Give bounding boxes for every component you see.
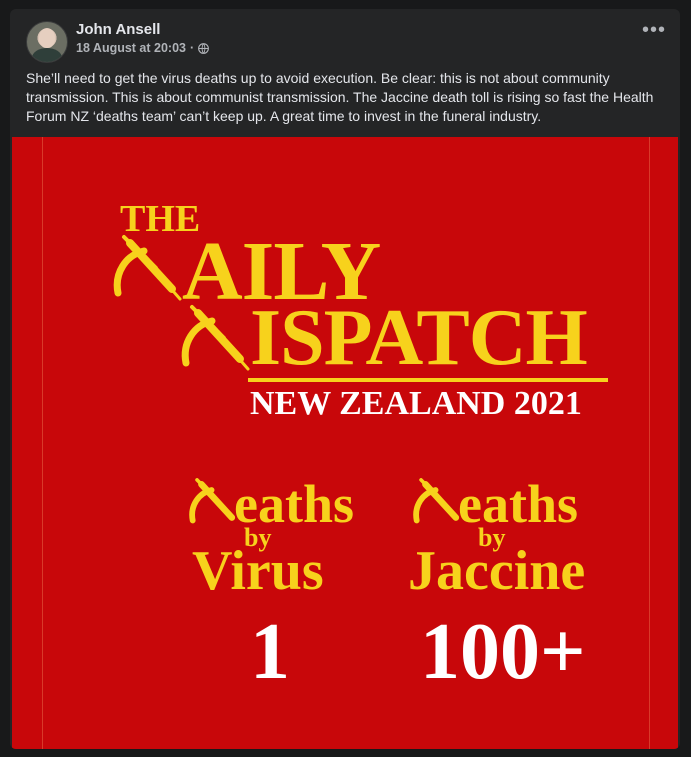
author-avatar[interactable] xyxy=(26,21,68,63)
post-text: She’ll need to get the virus deaths up t… xyxy=(26,70,654,124)
more-options-button[interactable]: ••• xyxy=(642,20,666,40)
right-value: 100+ xyxy=(420,608,586,696)
title-line2: ISPATCH xyxy=(250,294,588,382)
facebook-post: John Ansell 18 August at 20:03 · ••• She… xyxy=(10,9,680,749)
title-rule xyxy=(248,378,608,382)
meta-separator: · xyxy=(190,41,195,55)
post-date[interactable]: 18 August at 20:03 xyxy=(76,41,186,55)
globe-icon[interactable] xyxy=(198,42,210,54)
post-image[interactable]: THE AILY ISPATCH NEW ZEALAND 2021 eaths … xyxy=(12,137,678,749)
hammer-sickle-syringe-icon xyxy=(113,235,182,301)
right-word3: Jaccine xyxy=(408,540,586,602)
left-value: 1 xyxy=(250,608,290,696)
author-name[interactable]: John Ansell xyxy=(76,21,160,38)
hammer-sickle-syringe-icon xyxy=(181,305,250,371)
subtitle: NEW ZEALAND 2021 xyxy=(250,385,582,422)
right-word1: eaths xyxy=(458,474,578,534)
post-meta: 18 August at 20:03 · xyxy=(76,41,210,55)
left-word3: Virus xyxy=(192,540,324,602)
